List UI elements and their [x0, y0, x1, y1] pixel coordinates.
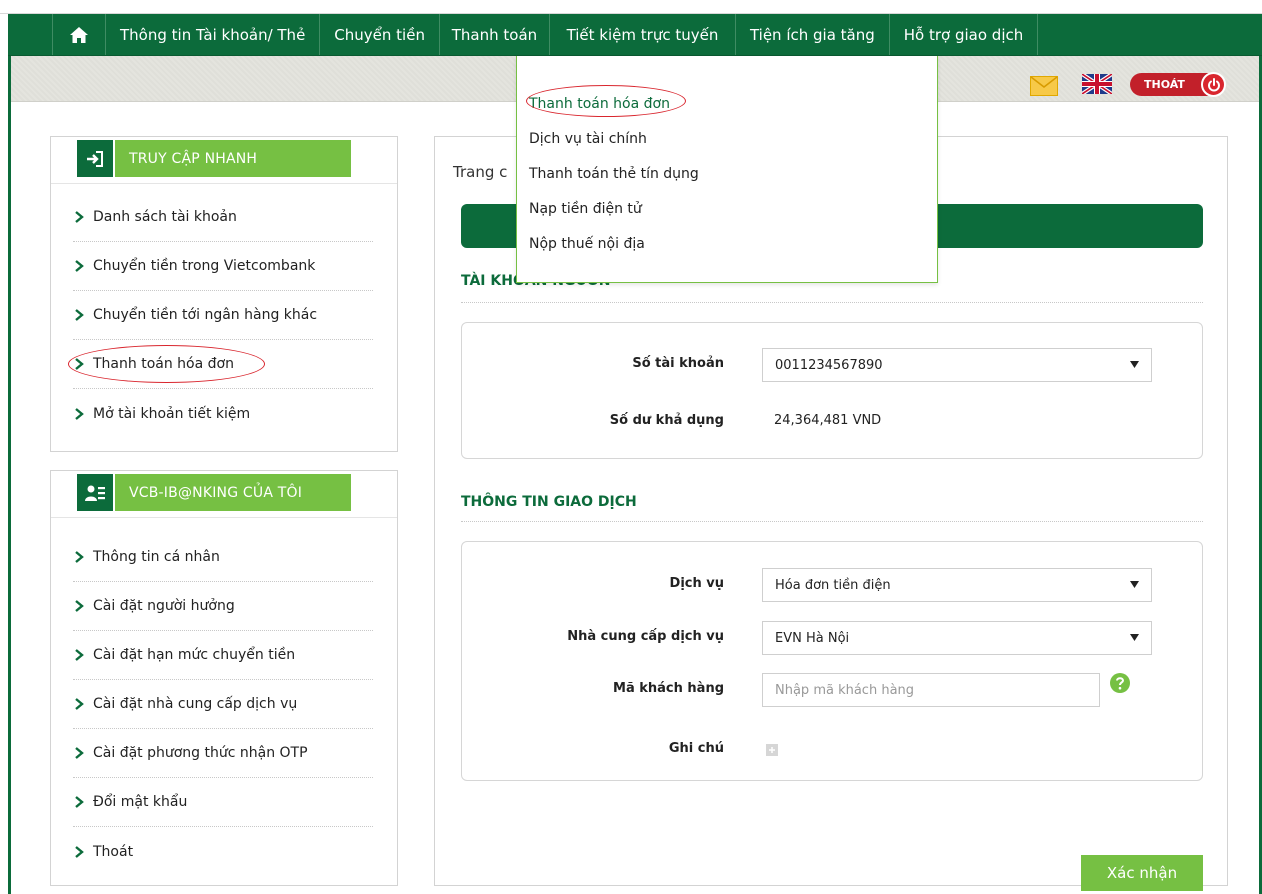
service-label: Dịch vụ: [669, 576, 724, 591]
caret-down-icon: [1130, 581, 1139, 588]
provider-value: EVN Hà Nội: [775, 630, 850, 646]
sidebar-item-bill-payment[interactable]: Thanh toán hóa đơn: [73, 340, 373, 389]
customer-code-placeholder: Nhập mã khách hàng: [775, 682, 915, 698]
my-banking-header: VCB-IB@NKING CỦA TÔI: [77, 474, 351, 511]
sidebar-item-label: Đổi mật khẩu: [93, 794, 188, 810]
sidebar-item-label: Cài đặt hạn mức chuyển tiền: [93, 647, 296, 663]
chevron-right-icon: [75, 260, 84, 272]
chevron-right-icon: [75, 407, 84, 420]
menu-item-bill-payment[interactable]: Thanh toán hóa đơn: [529, 86, 699, 121]
nav-support[interactable]: Hỗ trợ giao dịch: [890, 14, 1039, 55]
payment-dropdown-list: Thanh toán hóa đơn Dịch vụ tài chính Tha…: [529, 86, 699, 261]
quick-access-panel: TRUY CẬP NHANH Danh sách tài khoản Chuyể…: [50, 136, 398, 452]
caret-down-icon: [1130, 634, 1139, 641]
menu-item-financial-service[interactable]: Dịch vụ tài chính: [529, 121, 699, 156]
transaction-info-box: Dịch vụ Hóa đơn tiền điện Nhà cung cấp d…: [461, 541, 1203, 781]
sidebar-item-transfer-vcb[interactable]: Chuyển tiền trong Vietcombank: [73, 242, 373, 291]
nav-account-card[interactable]: Thông tin Tài khoản/ Thẻ: [106, 14, 321, 55]
sidebar-item-label: Mở tài khoản tiết kiệm: [93, 405, 251, 422]
customer-code-label: Mã khách hàng: [613, 681, 724, 696]
caret-down-icon: [1130, 361, 1139, 368]
nav-transfer[interactable]: Chuyển tiền: [320, 14, 440, 55]
chevron-right-icon: [75, 358, 84, 370]
menu-item-top-up[interactable]: Nạp tiền điện tử: [529, 191, 699, 226]
nav-online-saving[interactable]: Tiết kiệm trực tuyến: [550, 14, 736, 55]
chevron-right-icon: [75, 211, 84, 223]
divider: [461, 302, 1203, 303]
user-list-icon: [77, 474, 115, 511]
provider-select[interactable]: EVN Hà Nội: [762, 621, 1152, 655]
sidebar-item-change-password[interactable]: Đổi mật khẩu: [73, 778, 373, 827]
sidebar-item-label: Danh sách tài khoản: [93, 209, 237, 225]
provider-label: Nhà cung cấp dịch vụ: [567, 629, 724, 644]
available-balance-label: Số dư khả dụng: [609, 413, 724, 428]
sidebar-item-transfer-limit[interactable]: Cài đặt hạn mức chuyển tiền: [73, 631, 373, 680]
nav-home[interactable]: [52, 14, 106, 55]
nav-payment[interactable]: Thanh toán: [440, 14, 550, 55]
account-number-label: Số tài khoản: [632, 356, 724, 371]
account-number-select[interactable]: 0011234567890: [762, 348, 1152, 382]
plus-icon[interactable]: [766, 744, 778, 756]
help-icon[interactable]: [1110, 673, 1130, 693]
sidebar-item-label: Thanh toán hóa đơn: [93, 356, 234, 372]
sidebar-item-label: Cài đặt nhà cung cấp dịch vụ: [93, 696, 298, 712]
sidebar-item-label: Cài đặt phương thức nhận OTP: [93, 745, 308, 761]
sidebar-item-service-provider[interactable]: Cài đặt nhà cung cấp dịch vụ: [73, 680, 373, 729]
nav-value-added[interactable]: Tiện ích gia tăng: [736, 14, 890, 55]
chevron-right-icon: [75, 649, 84, 661]
menu-item-credit-card-payment[interactable]: Thanh toán thẻ tín dụng: [529, 156, 699, 191]
sidebar-item-otp-method[interactable]: Cài đặt phương thức nhận OTP: [73, 729, 373, 778]
home-icon: [70, 26, 88, 43]
sidebar-item-beneficiary[interactable]: Cài đặt người hưởng: [73, 582, 373, 631]
logout-label: THOÁT: [1144, 78, 1185, 91]
divider: [51, 517, 397, 518]
uk-flag-icon[interactable]: [1082, 74, 1112, 94]
chevron-right-icon: [75, 698, 84, 710]
quick-access-list: Danh sách tài khoản Chuyển tiền trong Vi…: [73, 193, 373, 438]
chevron-right-icon: [75, 747, 84, 759]
sign-in-icon: [77, 140, 115, 177]
my-banking-title: VCB-IB@NKING CỦA TÔI: [129, 484, 303, 501]
power-icon: [1201, 72, 1226, 97]
sidebar-item-personal-info[interactable]: Thông tin cá nhân: [73, 533, 373, 582]
service-select[interactable]: Hóa đơn tiền điện: [762, 568, 1152, 602]
my-banking-list: Thông tin cá nhân Cài đặt người hưởng Cà…: [73, 533, 373, 876]
main-nav: Thông tin Tài khoản/ Thẻ Chuyển tiền Tha…: [8, 14, 1262, 56]
sidebar-item-label: Chuyển tiền tới ngân hàng khác: [93, 307, 318, 323]
menu-item-tax-payment[interactable]: Nộp thuế nội địa: [529, 226, 699, 261]
note-label: Ghi chú: [668, 741, 724, 756]
sidebar-item-transfer-other-bank[interactable]: Chuyển tiền tới ngân hàng khác: [73, 291, 373, 340]
sidebar-item-account-list[interactable]: Danh sách tài khoản: [73, 193, 373, 242]
divider: [51, 183, 397, 184]
sidebar-item-logout[interactable]: Thoát: [73, 827, 373, 876]
sidebar-item-label: Thoát: [93, 843, 134, 860]
payment-dropdown: Thanh toán hóa đơn Dịch vụ tài chính Tha…: [516, 56, 938, 283]
sidebar-item-label: Thông tin cá nhân: [93, 549, 220, 565]
divider: [461, 521, 1203, 522]
confirm-button[interactable]: Xác nhận: [1081, 855, 1203, 891]
sidebar-item-label: Chuyển tiền trong Vietcombank: [93, 258, 316, 274]
transaction-info-section-title: THÔNG TIN GIAO DỊCH: [461, 494, 637, 510]
chevron-right-icon: [75, 600, 84, 612]
sidebar-item-label: Cài đặt người hưởng: [93, 598, 235, 614]
available-balance-value: 24,364,481 VND: [774, 413, 882, 428]
quick-access-header: TRUY CẬP NHANH: [77, 140, 351, 177]
logout-button[interactable]: THOÁT: [1130, 72, 1226, 97]
chevron-right-icon: [75, 796, 84, 808]
chevron-right-icon: [75, 309, 84, 321]
browser-top-strip: [0, 0, 1262, 14]
mail-icon[interactable]: [1030, 76, 1058, 96]
account-number-value: 0011234567890: [775, 357, 883, 373]
source-account-box: Số tài khoản 0011234567890 Số dư khả dụn…: [461, 322, 1203, 459]
breadcrumb[interactable]: Trang c: [453, 163, 507, 181]
service-value: Hóa đơn tiền điện: [775, 577, 891, 593]
quick-access-title: TRUY CẬP NHANH: [129, 150, 258, 167]
chevron-right-icon: [75, 551, 84, 563]
chevron-right-icon: [75, 845, 84, 858]
customer-code-input[interactable]: Nhập mã khách hàng: [762, 673, 1100, 707]
my-banking-panel: VCB-IB@NKING CỦA TÔI Thông tin cá nhân C…: [50, 470, 398, 886]
sidebar-item-open-saving[interactable]: Mở tài khoản tiết kiệm: [73, 389, 373, 438]
